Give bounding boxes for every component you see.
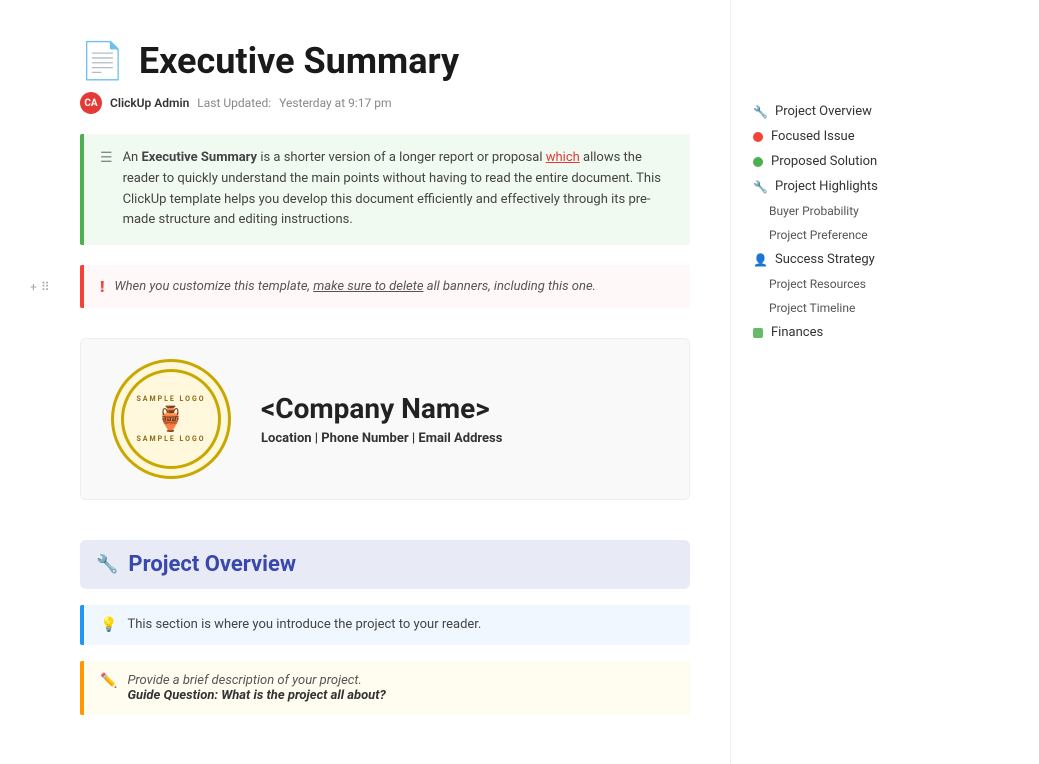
logo-inner: SAMPLE LOGO 🏺 SAMPLE LOGO [121,369,221,469]
sidebar-item-project-preference[interactable]: Project Preference [747,224,934,246]
guide-block: ✏️ Provide a brief description of your p… [80,661,690,715]
sidebar-overview-icon: 🔧 [753,105,767,119]
warning-link[interactable]: make sure to delete [313,279,423,294]
company-info: <Company Name> Location | Phone Number |… [261,392,502,446]
page-meta: CA ClickUp Admin Last Updated: Yesterday… [80,92,690,114]
warning-text-after: all banners, including this one. [424,279,596,294]
tip-block: 💡 This section is where you introduce th… [80,605,690,645]
sidebar-item-project-highlights[interactable]: 🔧 Project Highlights [747,175,934,198]
finances-square [753,328,763,338]
sidebar-proposed-solution-label: Proposed Solution [771,154,877,169]
logo-placeholder: SAMPLE LOGO 🏺 SAMPLE LOGO [111,359,231,479]
info-block: ☰ An Executive Summary is a shorter vers… [80,134,690,245]
sidebar-project-highlights-label: Project Highlights [775,179,878,194]
warning-content: ! When you customize this template, make… [100,277,674,296]
sidebar-item-buyer-probability[interactable]: Buyer Probability [747,200,934,222]
tip-text: This section is where you introduce the … [127,617,481,632]
logo-text-top: SAMPLE LOGO [136,395,205,403]
guide-description: Provide a brief description of your proj… [127,673,361,688]
sidebar-overview-label: Project Overview [775,104,872,119]
drag-handle-icon[interactable]: ⠿ [41,280,50,294]
logo-text-bottom: SAMPLE LOGO [136,435,205,443]
sidebar-project-preference-label: Project Preference [769,228,868,242]
info-bold: Executive Summary [141,150,257,165]
info-block-content: ☰ An Executive Summary is a shorter vers… [100,148,674,231]
guide-question: Guide Question: What is the project all … [127,688,385,703]
logo-figure: 🏺 [156,405,187,433]
sidebar-success-strategy-label: Success Strategy [775,252,875,267]
doc-icon: 📄 [80,43,125,79]
sidebar-buyer-probability-label: Buyer Probability [769,204,859,218]
last-updated-label: Last Updated: [197,96,271,110]
sidebar-finances-label: Finances [771,325,823,340]
sidebar-item-finances[interactable]: Finances [747,321,934,344]
project-overview-header: 🔧 Project Overview [80,540,690,589]
sidebar-item-success-strategy[interactable]: 👤 Success Strategy [747,248,934,271]
page-layout: 📄 Executive Summary CA ClickUp Admin Las… [0,0,1039,764]
company-name: <Company Name> [261,392,502,425]
author-name: ClickUp Admin [110,96,189,110]
add-row-icon[interactable]: + [30,280,37,294]
sidebar-focused-issue-label: Focused Issue [771,129,855,144]
warning-text-before: When you customize this template, [114,279,313,294]
warning-icon: ! [100,277,104,296]
company-card: SAMPLE LOGO 🏺 SAMPLE LOGO <Company Name>… [80,338,690,500]
info-which: which [546,150,580,165]
sidebar-project-resources-label: Project Resources [769,277,866,291]
info-text: An Executive Summary is a shorter versio… [123,148,674,231]
warning-text: When you customize this template, make s… [114,279,596,294]
info-icon: ☰ [100,150,113,166]
avatar: CA [80,92,102,114]
page-header: 📄 Executive Summary [80,40,690,82]
sidebar-item-project-overview[interactable]: 🔧 Project Overview [747,100,934,123]
warning-block: ! When you customize this template, make… [80,265,690,308]
tip-icon: 💡 [100,617,117,633]
sidebar-item-proposed-solution[interactable]: Proposed Solution [747,150,934,173]
sidebar-highlights-icon: 🔧 [753,180,767,194]
page-title: Executive Summary [139,40,459,82]
sidebar-success-icon: 👤 [753,253,767,267]
section-title: Project Overview [128,552,296,577]
sidebar: 🔧 Project Overview Focused Issue Propose… [730,0,950,764]
section-icon: 🔧 [96,554,118,575]
proposed-solution-dot [753,157,763,167]
main-content: 📄 Executive Summary CA ClickUp Admin Las… [0,0,730,764]
last-updated-value: Yesterday at 9:17 pm [279,96,391,110]
sidebar-item-focused-issue[interactable]: Focused Issue [747,125,934,148]
sidebar-item-project-timeline[interactable]: Project Timeline [747,297,934,319]
warning-row: + ⠿ ! When you customize this template, … [80,265,690,308]
guide-text: Provide a brief description of your proj… [127,673,385,703]
guide-icon: ✏️ [100,673,117,689]
row-actions: + ⠿ [30,280,50,294]
guide-content: ✏️ Provide a brief description of your p… [100,673,674,703]
focused-issue-dot [753,132,763,142]
company-details: Location | Phone Number | Email Address [261,431,502,446]
sidebar-project-timeline-label: Project Timeline [769,301,855,315]
sidebar-item-project-resources[interactable]: Project Resources [747,273,934,295]
